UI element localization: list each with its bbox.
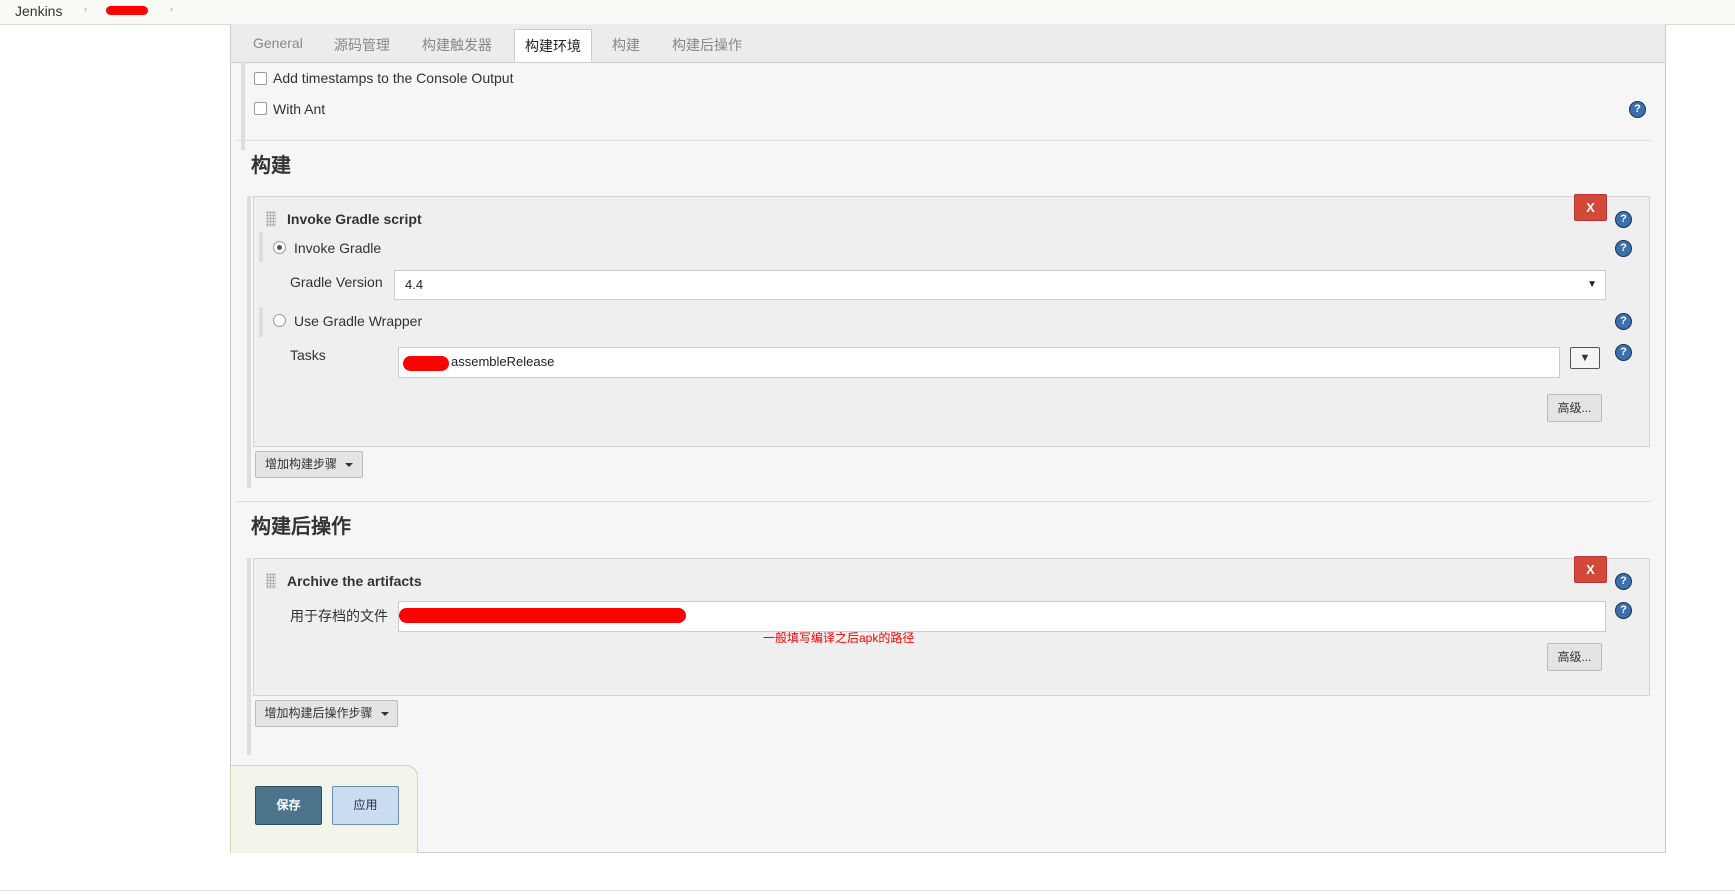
path-annotation: 一般填写编译之后apk的路径 xyxy=(763,631,915,645)
build-step-invoke-gradle: Invoke Gradle script Invoke Gradle Gradl… xyxy=(253,196,1650,447)
apply-button[interactable]: 应用 xyxy=(332,786,399,825)
caret-down-icon xyxy=(345,462,353,467)
section-indent-bar xyxy=(241,62,245,150)
breadcrumb-separator[interactable]: › xyxy=(84,4,87,14)
caret-down-icon xyxy=(380,711,389,716)
help-icon[interactable]: ? xyxy=(1615,602,1632,619)
redacted-archive-path xyxy=(399,608,686,623)
redacted-task-prefix xyxy=(403,356,449,371)
help-icon[interactable]: ? xyxy=(1615,313,1632,330)
save-button[interactable]: 保存 xyxy=(255,786,322,825)
tab-post-build[interactable]: 构建后操作 xyxy=(672,35,742,55)
tab-general[interactable]: General xyxy=(253,35,303,51)
build-section-title: 构建 xyxy=(251,155,291,177)
tab-build[interactable]: 构建 xyxy=(612,35,640,55)
add-build-step-label: 增加构建步骤 xyxy=(264,457,337,471)
with-ant-label: With Ant xyxy=(273,101,326,117)
tasks-expand-button[interactable]: ▼ xyxy=(1570,347,1600,369)
help-icon[interactable]: ? xyxy=(1615,344,1632,361)
drag-handle-icon[interactable] xyxy=(266,573,276,589)
tasks-input[interactable]: assembleRelease xyxy=(398,347,1560,378)
tab-scm[interactable]: 源码管理 xyxy=(334,35,390,55)
help-icon[interactable]: ? xyxy=(1629,101,1646,118)
option-indent-bar xyxy=(259,232,263,262)
advanced-button[interactable]: 高级... xyxy=(1547,394,1602,422)
files-to-archive-input[interactable] xyxy=(398,601,1606,632)
add-post-build-step-button[interactable]: 增加构建后操作步骤 xyxy=(255,700,398,727)
breadcrumb-separator[interactable]: › xyxy=(170,4,173,14)
remove-step-button[interactable]: X xyxy=(1574,556,1607,583)
invoke-gradle-radio[interactable] xyxy=(273,241,286,254)
drag-handle-icon[interactable] xyxy=(266,211,276,227)
help-icon[interactable]: ? xyxy=(1615,573,1632,590)
gradle-version-value: 4.4 xyxy=(405,277,424,292)
tab-triggers[interactable]: 构建触发器 xyxy=(422,35,492,55)
step-title: Archive the artifacts xyxy=(287,573,422,589)
tab-build-environment[interactable]: 构建环境 xyxy=(514,29,592,62)
option-indent-bar xyxy=(259,307,263,337)
advanced-button[interactable]: 高级... xyxy=(1547,643,1602,671)
remove-step-button[interactable]: X xyxy=(1574,194,1607,221)
divider xyxy=(236,501,1651,502)
breadcrumb-jenkins[interactable]: Jenkins xyxy=(15,3,62,19)
with-ant-checkbox[interactable] xyxy=(254,102,267,115)
post-build-section-title: 构建后操作 xyxy=(251,516,351,538)
add-post-build-step-label: 增加构建后操作步骤 xyxy=(264,706,373,720)
job-config-form: General 源码管理 构建触发器 构建环境 构建 构建后操作 Add tim… xyxy=(230,24,1666,853)
tasks-label: Tasks xyxy=(290,347,326,363)
files-to-archive-label: 用于存档的文件 xyxy=(290,608,388,624)
redacted-job-name[interactable] xyxy=(106,6,148,15)
help-icon[interactable]: ? xyxy=(1615,240,1632,257)
use-gradle-wrapper-label: Use Gradle Wrapper xyxy=(294,313,423,329)
tasks-value: assembleRelease xyxy=(451,354,555,369)
use-gradle-wrapper-radio[interactable] xyxy=(273,314,286,327)
divider xyxy=(236,140,1651,141)
timestamps-label: Add timestamps to the Console Output xyxy=(273,70,514,86)
save-apply-bar: 保存 应用 xyxy=(230,765,418,853)
step-title: Invoke Gradle script xyxy=(287,211,422,227)
chevron-down-icon: ▼ xyxy=(1587,279,1597,290)
post-build-step-archive: Archive the artifacts 用于存档的文件 一般填写编译之后ap… xyxy=(253,558,1650,696)
breadcrumb: Jenkins › › xyxy=(0,0,1735,25)
gradle-version-select[interactable]: 4.4 ▼ xyxy=(394,270,1606,300)
gradle-version-label: Gradle Version xyxy=(290,274,383,290)
tab-bar: General 源码管理 构建触发器 构建环境 构建 构建后操作 xyxy=(231,24,1665,63)
section-indent-bar xyxy=(247,558,251,755)
footer-divider xyxy=(0,890,1735,891)
help-icon[interactable]: ? xyxy=(1615,211,1632,228)
add-build-step-button[interactable]: 增加构建步骤 xyxy=(255,451,363,478)
section-indent-bar xyxy=(247,196,251,488)
timestamps-checkbox[interactable] xyxy=(254,72,267,85)
invoke-gradle-label: Invoke Gradle xyxy=(294,240,382,256)
